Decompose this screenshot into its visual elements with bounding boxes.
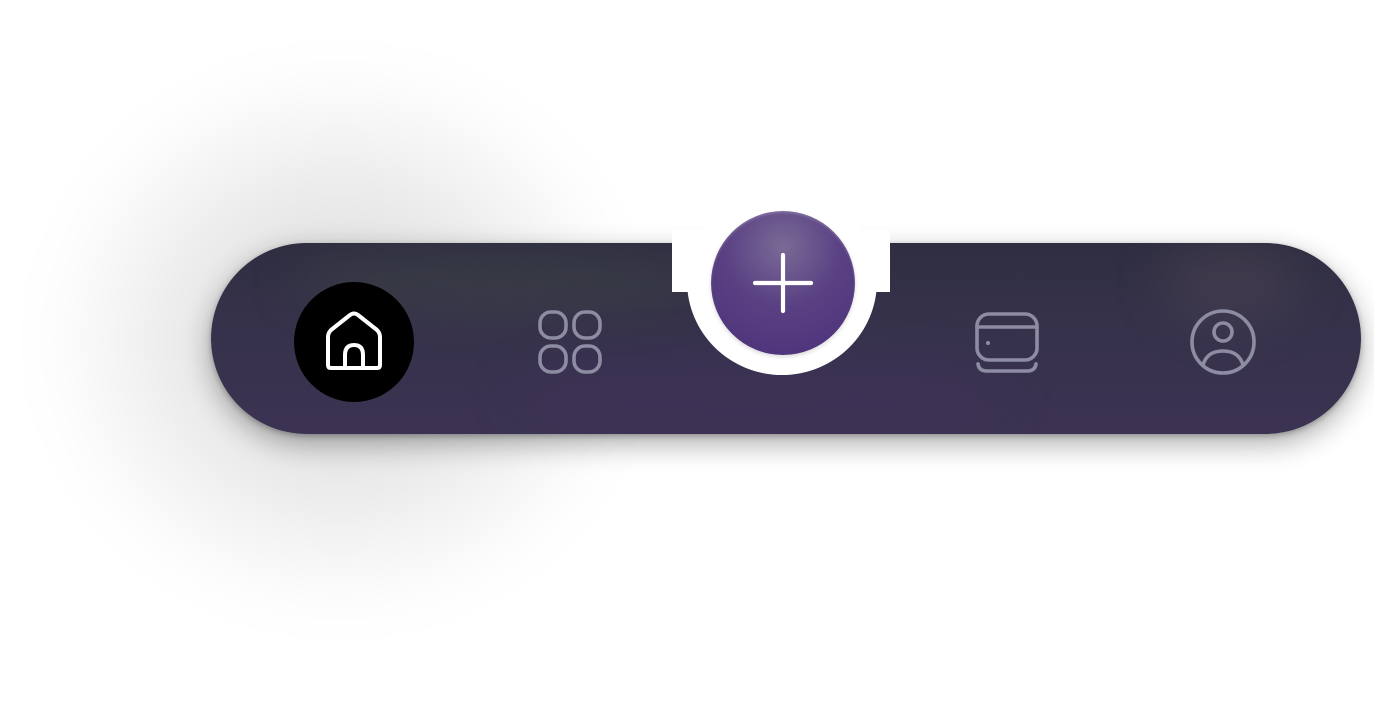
wallet-icon	[975, 310, 1039, 374]
nav-item-home[interactable]	[294, 282, 414, 402]
add-button[interactable]	[711, 211, 855, 355]
nav-item-profile[interactable]	[1163, 282, 1283, 402]
grid-icon	[538, 310, 602, 374]
plus-icon	[752, 252, 814, 314]
nav-item-apps[interactable]	[510, 282, 630, 402]
home-icon	[322, 310, 386, 374]
nav-item-wallet[interactable]	[947, 282, 1067, 402]
canvas	[0, 0, 1374, 708]
user-circle-icon	[1189, 308, 1257, 376]
